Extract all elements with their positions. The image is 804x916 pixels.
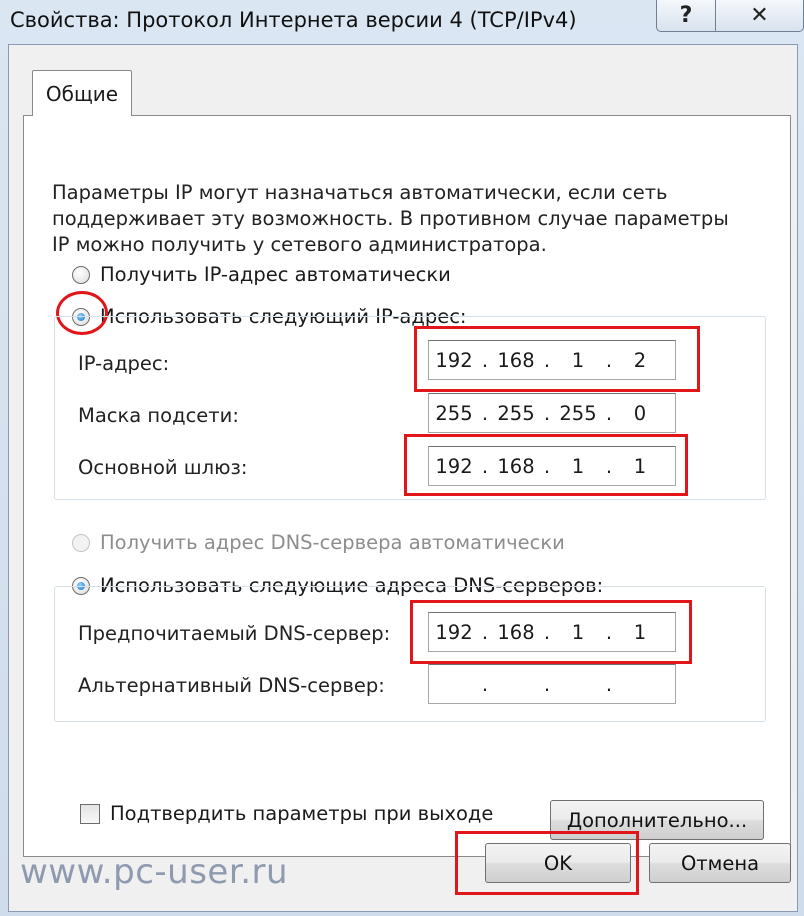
mask-octet-2: 255	[497, 401, 535, 425]
dns1-octet-4: 1	[633, 620, 647, 644]
dns1-octet-3: 1	[571, 620, 585, 644]
ip-octet-3: 1	[571, 348, 585, 372]
gateway-input[interactable]: 192. 168. 1. 1	[428, 446, 676, 486]
dialog-window: Свойства: Протокол Интернета версии 4 (T…	[0, 0, 804, 916]
ok-button[interactable]: OK	[485, 843, 631, 883]
tab-general[interactable]: Общие	[32, 70, 132, 116]
gateway-octet-3: 1	[571, 454, 585, 478]
octet-separator: .	[543, 620, 551, 644]
ip-auto-radio[interactable]	[72, 265, 90, 284]
mask-octet-4: 0	[633, 401, 647, 425]
gateway-octet-1: 192	[435, 454, 473, 478]
validate-checkbox[interactable]	[80, 803, 100, 824]
mask-octet-1: 255	[435, 401, 473, 425]
octet-separator: .	[605, 348, 613, 372]
help-icon: ?	[679, 3, 693, 28]
advanced-button[interactable]: Дополнительно...	[550, 800, 764, 840]
description-text: Параметры IP могут назначаться автоматич…	[52, 181, 729, 256]
ip-octet-1: 192	[435, 348, 473, 372]
mask-octet-3: 255	[559, 401, 597, 425]
ip-auto-label: Получить IP-адрес автоматически	[100, 263, 451, 286]
cancel-button[interactable]: Отмена	[649, 843, 791, 883]
gateway-octet-2: 168	[497, 454, 535, 478]
validate-option[interactable]: Подтвердить параметры при выходе	[80, 802, 493, 825]
ip-address-input[interactable]: 192. 168. 1. 2	[428, 340, 676, 380]
gateway-label: Основной шлюз:	[78, 456, 248, 479]
ip-octet-4: 2	[633, 348, 647, 372]
dns-auto-option: Получить адрес DNS-сервера автоматически	[72, 531, 565, 554]
octet-separator: .	[543, 672, 551, 696]
help-button[interactable]: ?	[656, 0, 716, 32]
preferred-dns-label: Предпочитаемый DNS-сервер:	[78, 622, 391, 645]
dns1-octet-2: 168	[497, 620, 535, 644]
dialog-client: Общие Параметры IP могут назначаться авт…	[8, 44, 798, 912]
octet-separator: .	[543, 401, 551, 425]
octet-separator: .	[543, 454, 551, 478]
preferred-dns-input[interactable]: 192. 168. 1. 1	[428, 612, 676, 652]
octet-separator: .	[481, 348, 489, 372]
subnet-mask-label: Маска подсети:	[78, 404, 239, 427]
octet-separator: .	[605, 401, 613, 425]
dns-auto-label: Получить адрес DNS-сервера автоматически	[100, 531, 565, 554]
ip-octet-2: 168	[497, 348, 535, 372]
octet-separator: .	[481, 401, 489, 425]
general-panel: Параметры IP могут назначаться автоматич…	[23, 115, 791, 857]
dns-auto-radio	[72, 533, 90, 552]
octet-separator: .	[605, 454, 613, 478]
alternate-dns-label: Альтернативный DNS-сервер:	[78, 674, 385, 697]
validate-label: Подтвердить параметры при выходе	[110, 802, 494, 825]
octet-separator: .	[605, 620, 613, 644]
octet-separator: .	[481, 620, 489, 644]
octet-separator: .	[543, 348, 551, 372]
dns1-octet-1: 192	[435, 620, 473, 644]
close-button[interactable]: ✕	[715, 0, 804, 32]
alternate-dns-input[interactable]: . . .	[428, 664, 676, 704]
ip-auto-option[interactable]: Получить IP-адрес автоматически	[72, 263, 451, 286]
subnet-mask-input[interactable]: 255. 255. 255. 0	[428, 393, 676, 433]
close-icon: ✕	[750, 3, 769, 28]
window-title: Свойства: Протокол Интернета версии 4 (T…	[10, 8, 577, 32]
gateway-octet-4: 1	[633, 454, 647, 478]
octet-separator: .	[481, 672, 489, 696]
watermark-text: www.pc-user.ru	[20, 852, 289, 892]
octet-separator: .	[481, 454, 489, 478]
ip-address-label: IP-адрес:	[78, 352, 170, 375]
octet-separator: .	[605, 672, 613, 696]
